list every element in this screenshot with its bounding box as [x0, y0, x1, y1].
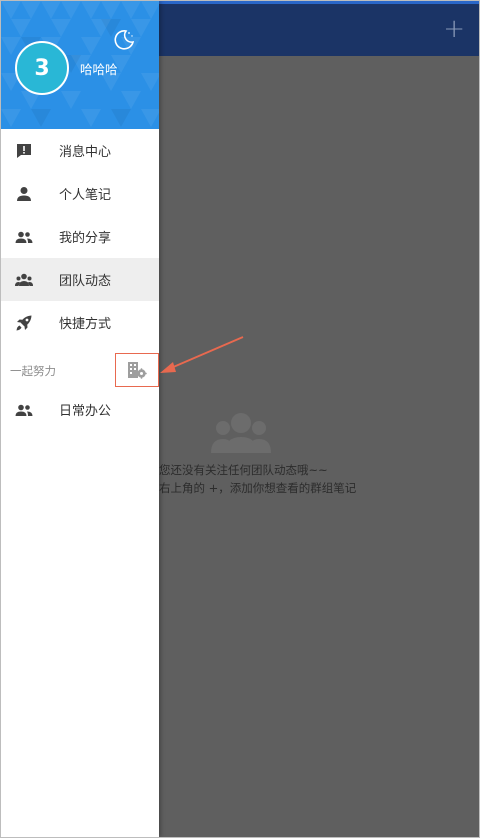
group-item-daily-office[interactable]: 日常办公	[1, 388, 159, 431]
screen-frame: + 您还没有关注任何团队动态哦~~ 右上角的 +，添加你想查看的群组笔记 3 哈…	[0, 0, 480, 838]
message-alert-icon	[17, 143, 31, 158]
group-icon	[15, 273, 33, 286]
empty-message-line1: 您还没有关注任何团队动态哦~~	[159, 463, 328, 477]
user-name[interactable]: 哈哈哈	[80, 59, 118, 78]
people-icon	[15, 404, 33, 416]
menu-label-my-shares: 我的分享	[59, 231, 112, 246]
menu-label-team-activity: 团队动态	[59, 274, 112, 289]
group-title: 一起努力	[10, 364, 56, 378]
person-icon	[17, 186, 31, 201]
empty-message-line2: 右上角的 +，添加你想查看的群组笔记	[159, 481, 357, 495]
menu-item-my-shares[interactable]: 我的分享	[1, 215, 159, 258]
user-avatar[interactable]: 3	[15, 41, 69, 95]
rocket-icon	[16, 315, 32, 330]
people-icon	[15, 231, 33, 243]
navigation-drawer: 3 哈哈哈 消息中心 个人笔记 我的分享 团队动态 快捷方式 一起努力 日常办公	[1, 1, 159, 837]
drawer-header: 3 哈哈哈	[1, 1, 159, 129]
menu-item-shortcuts[interactable]: 快捷方式	[1, 301, 159, 344]
add-button[interactable]: +	[443, 16, 465, 42]
menu-item-team-activity[interactable]: 团队动态	[1, 258, 159, 301]
menu-item-personal-notes[interactable]: 个人笔记	[1, 172, 159, 215]
group-empty-icon	[211, 413, 271, 453]
menu-label-personal-notes: 个人笔记	[59, 188, 112, 203]
menu-item-messages[interactable]: 消息中心	[1, 129, 159, 172]
building-gear-icon	[128, 362, 147, 379]
menu-label-messages: 消息中心	[59, 145, 112, 160]
group-settings-button[interactable]	[115, 353, 159, 387]
group-item-label: 日常办公	[59, 404, 112, 419]
night-mode-icon[interactable]	[112, 28, 136, 52]
menu-label-shortcuts: 快捷方式	[59, 317, 112, 332]
